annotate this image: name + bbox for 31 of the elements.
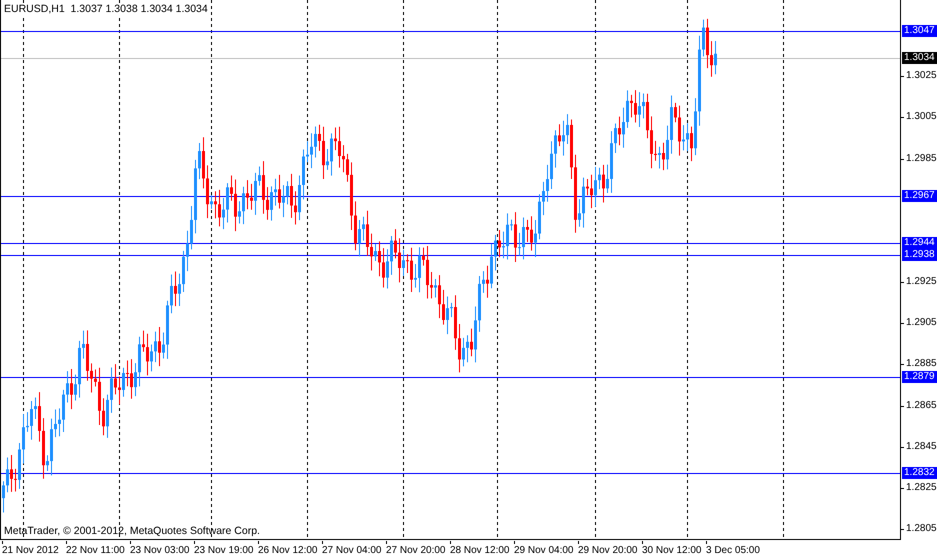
time-axis-label: 27 Nov 20:00 [386,541,450,558]
price-level-tag: 1.2832 [902,467,937,479]
time-axis-label: 22 Nov 11:00 [66,541,130,558]
time-axis-label: 21 Nov 2012 [2,541,66,558]
price-axis-label: 1.2905 [901,317,937,330]
price-level-tag: 1.2938 [902,249,937,261]
price-axis-label: 1.2985 [901,152,937,165]
price-level-tag: 1.3047 [902,25,937,37]
price-level-tag: 1.2944 [902,237,937,249]
time-axis-label: 29 Nov 04:00 [514,541,578,558]
price-axis-label: 1.3025 [901,70,937,82]
time-axis-label: 23 Nov 03:00 [130,541,194,558]
price-axis-label: 1.3005 [901,111,937,124]
price-level-tag: 1.2879 [902,371,937,383]
time-axis-label: 3 Dec 05:00 [706,541,770,558]
time-axis-label: 29 Nov 20:00 [578,541,642,558]
time-axis-label: 30 Nov 12:00 [642,541,706,558]
symbol-quote-text: EURUSD,H1 1.3037 1.3038 1.3034 1.3034 [4,3,208,15]
price-axis-label: 1.2825 [901,482,937,494]
price-axis-label: 1.2925 [901,276,937,288]
time-axis-label: 23 Nov 19:00 [194,541,258,558]
copyright-text: MetaTrader, © 2001-2012, MetaQuotes Software Corp. [4,525,260,537]
time-axis-label: 27 Nov 04:00 [322,541,386,558]
time-axis-label: 28 Nov 12:00 [450,541,514,558]
time-axis-label: 26 Nov 12:00 [258,541,322,558]
price-axis-label: 1.2805 [901,523,937,535]
current-price-tag: 1.3034 [902,52,937,64]
price-level-tag: 1.2967 [902,190,937,202]
price-axis-label: 1.2885 [901,358,937,370]
price-axis-label: 1.2865 [901,400,937,412]
price-axis-label: 1.2845 [901,440,937,453]
